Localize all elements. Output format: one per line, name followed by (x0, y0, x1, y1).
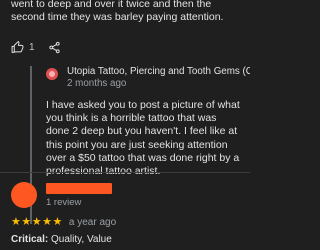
reviews-page: went to deep and over it twice and then … (0, 0, 250, 250)
star-icon: ★ (31, 216, 42, 228)
star-icon: ★ (11, 216, 21, 228)
share-button[interactable] (48, 41, 61, 54)
reviewer-info: 1 review (46, 182, 112, 208)
thumbs-up-icon (11, 40, 24, 53)
review-time: a year ago (68, 216, 117, 228)
reviewer-name-redacted[interactable] (46, 182, 112, 194)
critical-values: Quality, Value (51, 234, 112, 245)
like-count: 1 (29, 41, 35, 53)
critical-label: Critical: (11, 234, 49, 245)
reviewer-row: 1 review (11, 182, 246, 208)
reviewer-review-count: 1 review (46, 196, 82, 208)
review-divider (0, 172, 250, 173)
star-icon: ★ (52, 216, 63, 228)
previous-review-text: went to deep and over it twice and then … (11, 0, 224, 23)
owner-reply-text: I have asked you to post a picture of wh… (46, 99, 240, 177)
share-icon (48, 41, 60, 53)
owner-avatar (46, 68, 58, 80)
star-icon: ★ (42, 216, 52, 228)
owner-name: Utopia Tattoo, Piercing and Tooth Gems (… (67, 66, 250, 77)
critical-row: Critical: Quality, Value (11, 234, 246, 245)
star-rating: ★ ★ ★ ★ ★ (11, 216, 63, 228)
owner-reply-time: 2 months ago (67, 78, 127, 89)
owner-reply-header: Utopia Tattoo, Piercing and Tooth Gems (… (46, 66, 250, 90)
reviewer-avatar[interactable] (11, 182, 37, 208)
like-button[interactable]: 1 (11, 40, 35, 54)
owner-meta: Utopia Tattoo, Piercing and Tooth Gems (… (67, 66, 250, 90)
star-icon: ★ (21, 216, 32, 228)
review-actions: 1 (11, 40, 61, 54)
next-review: 1 review ★ ★ ★ ★ ★ a year ago Critical: … (11, 182, 246, 245)
rating-row: ★ ★ ★ ★ ★ a year ago (11, 216, 246, 228)
